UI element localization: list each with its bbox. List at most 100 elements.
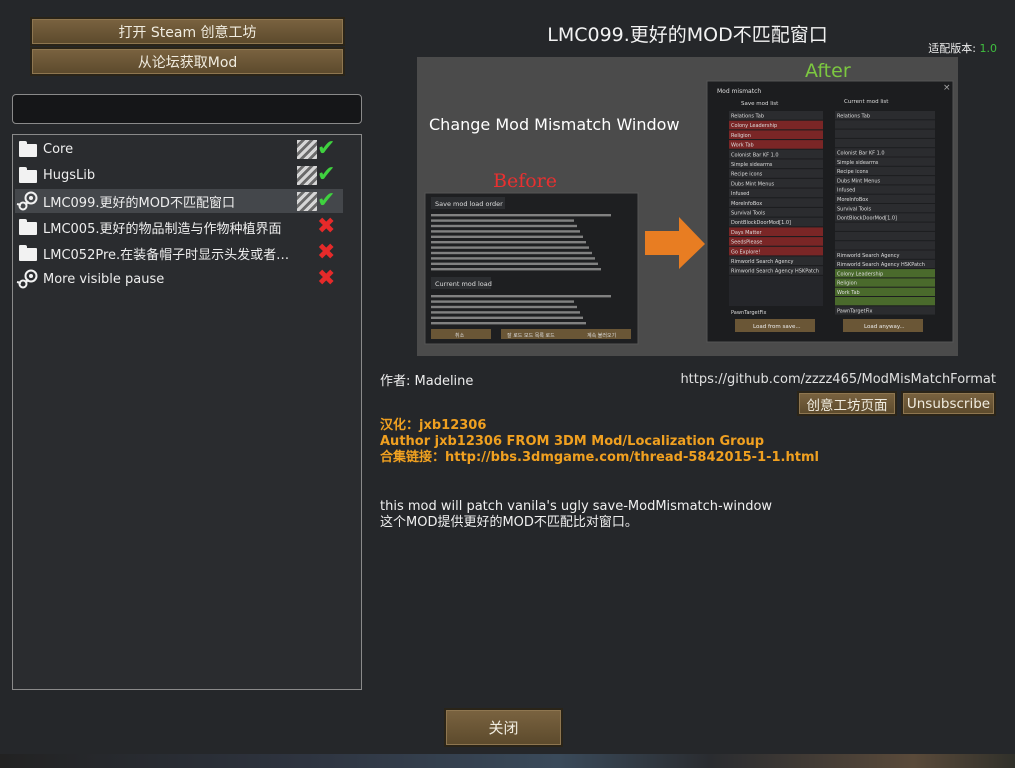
preview-current-row-label: PawnTargetFix [837, 309, 872, 315]
mod-list-item[interactable]: Core ✔ [15, 137, 343, 161]
preview-save-row-label: Survival Tools [731, 211, 765, 217]
preview-old-btn-load: 잘 로드 모드 목록 로드 [507, 332, 555, 339]
preview-current-row-label: Dubs Mint Menus [837, 178, 881, 184]
description-line: 这个MOD提供更好的MOD不匹配比对窗口。 [380, 515, 638, 530]
checkmark-icon: ✔ [317, 162, 336, 187]
preview-faux-text-line [431, 316, 583, 319]
preview-old-btn-cancel: 취소 [455, 332, 465, 339]
preview-current-row [835, 129, 935, 138]
preview-illustration: Change Mod Mismatch Window Before After … [417, 57, 958, 356]
mod-list-item[interactable]: LMC005.更好的物品制造与作物种植界面 ✖ [15, 215, 343, 239]
preview-save-col-title: Save mod list [741, 101, 779, 107]
preview-faux-text-line [431, 214, 611, 217]
preview-faux-text-line [431, 251, 592, 255]
preview-faux-text-line [431, 246, 589, 249]
preview-current-row [835, 231, 935, 241]
description-line: this mod will patch vanila's ugly save-M… [380, 499, 773, 514]
preview-old-section1-title: Save mod load order [435, 200, 503, 208]
preview-save-row-label: Religion [731, 133, 751, 139]
checkmark-icon: ✔ [317, 188, 336, 213]
open-steam-workshop-button[interactable]: 打开 Steam 创意工坊 [30, 17, 345, 46]
localization-line: 汉化：jxb12306 [380, 418, 487, 433]
preview-faux-text-line [431, 300, 574, 303]
mod-status: ✖ [297, 215, 343, 239]
unverified-version-icon [297, 166, 317, 185]
localization-credits: 汉化：jxb12306 Author jxb12306 FROM 3DM Mod… [380, 418, 819, 466]
preview-current-row-label: Work Tab [837, 290, 860, 296]
mod-list-item[interactable]: HugsLib ✔ [15, 163, 343, 187]
folder-icon [15, 137, 41, 161]
mod-list-item[interactable]: More visible pause ✖ [15, 267, 343, 291]
mod-list[interactable]: Core ✔ HugsLib ✔ LMC099.更好的MOD不匹配窗口 ✔ LMC005.更… [12, 134, 362, 690]
mod-status: ✔ [297, 163, 343, 187]
preview-faux-text-line [431, 219, 574, 222]
unverified-version-icon [297, 140, 317, 159]
preview-save-row-label: Relations Tab [731, 114, 764, 120]
folder-icon [15, 215, 41, 239]
preview-new-close-icon: × [943, 83, 951, 93]
mod-list-item[interactable]: LMC099.更好的MOD不匹配窗口 ✔ [15, 189, 343, 213]
error-x-icon: ✖ [317, 240, 336, 265]
mod-description: this mod will patch vanila's ugly save-M… [380, 499, 772, 531]
preview-current-col-title: Current mod list [844, 99, 889, 105]
mod-name: LMC005.更好的物品制造与作物种植界面 [43, 221, 282, 237]
preview-save-empty-area [729, 276, 823, 306]
preview-faux-text-line [431, 224, 577, 228]
localization-line: 合集链接：http://bbs.3dmgame.com/thread-58420… [380, 450, 819, 465]
error-x-icon: ✖ [317, 214, 336, 239]
preview-save-row-label: Work Tab [731, 143, 754, 149]
preview-save-row-label: Rimworld Search Agency HSKPatch [731, 269, 819, 275]
preview-save-row-label: Recipe icons [731, 172, 763, 178]
mod-status: ✖ [297, 241, 343, 265]
preview-current-row [835, 222, 935, 231]
preview-current-row-label: MoreInfoBox [837, 197, 868, 203]
preview-current-row [835, 120, 935, 129]
checkmark-icon: ✔ [317, 136, 336, 161]
mod-name: LMC052Pre.在装备帽子时显示头发或者隐藏帽子 [43, 247, 297, 263]
preview-faux-text-line [431, 230, 580, 233]
preview-load-from-save: Load from save... [753, 324, 801, 330]
preview-headline: Change Mod Mismatch Window [429, 115, 680, 134]
unsubscribe-button[interactable]: Unsubscribe [901, 391, 996, 416]
preview-faux-text-line [431, 262, 598, 265]
preview-faux-text-line [431, 235, 583, 238]
preview-current-row-label: Colony Leadership [837, 271, 883, 277]
preview-load-anyway: Load anyway... [864, 324, 905, 330]
workshop-page-button[interactable]: 创意工坊页面 [797, 391, 897, 416]
get-mod-from-forum-button[interactable]: 从论坛获取Mod [30, 47, 345, 76]
preview-faux-text-line [431, 322, 586, 325]
preview-save-row-label: Go Explore! [731, 249, 760, 255]
preview-faux-text-line [431, 257, 595, 260]
preview-before-label: Before [493, 170, 557, 192]
preview-save-row-label: Infused [731, 191, 749, 197]
mod-search-input[interactable] [12, 94, 362, 124]
mod-name: Core [43, 141, 74, 157]
mod-list-item[interactable]: LMC052Pre.在装备帽子时显示头发或者隐藏帽子 ✖ [15, 241, 343, 265]
close-button[interactable]: 关闭 [444, 708, 563, 747]
mod-status: ✔ [297, 137, 343, 161]
preview-current-row-label: Colonist Bar KF 1.0 [837, 151, 885, 157]
preview-save-row-label: Simple sidearms [731, 162, 773, 168]
unverified-version-icon [297, 192, 317, 211]
preview-faux-text-line [431, 305, 577, 309]
mod-url-link[interactable]: https://github.com/zzzz465/ModMisMatchFo… [680, 372, 996, 387]
preview-current-row-label: Survival Tools [837, 206, 871, 212]
folder-icon [15, 241, 41, 265]
preview-current-row-label: Recipe icons [837, 169, 869, 175]
preview-current-row-label: Religion [837, 281, 857, 287]
mod-status: ✖ [297, 267, 343, 291]
error-x-icon: ✖ [317, 266, 336, 291]
preview-faux-text-line [431, 311, 580, 314]
mod-name: LMC099.更好的MOD不匹配窗口 [43, 195, 235, 211]
preview-current-row [835, 241, 935, 250]
preview-faux-text-line [431, 295, 611, 298]
version-value: 1.0 [979, 42, 998, 55]
version-label: 适配版本: [928, 42, 976, 55]
preview-current-row-label: Infused [837, 188, 855, 194]
preview-old-btn-continue: 계속 불러오기 [587, 332, 616, 339]
folder-icon [15, 163, 41, 187]
mod-author: 作者: Madeline [380, 374, 474, 389]
preview-current-row [835, 297, 935, 306]
preview-faux-text-line [431, 268, 601, 271]
steam-icon [15, 267, 41, 291]
